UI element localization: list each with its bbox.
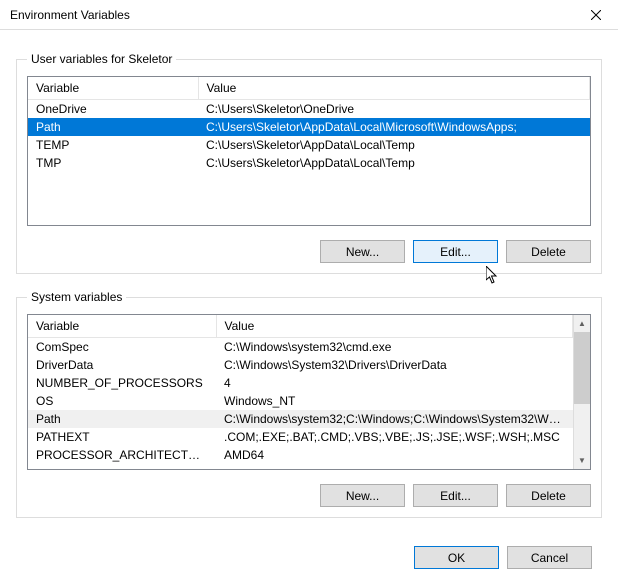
table-row[interactable]: NUMBER_OF_PROCESSORS4: [28, 374, 573, 392]
table-row[interactable]: TMPC:\Users\Skeletor\AppData\Local\Temp: [28, 154, 590, 172]
user-variables-table-wrap: Variable Value OneDriveC:\Users\Skeletor…: [27, 76, 591, 226]
system-new-button[interactable]: New...: [320, 484, 405, 507]
table-row[interactable]: TEMPC:\Users\Skeletor\AppData\Local\Temp: [28, 136, 590, 154]
cell-value: C:\Windows\system32\cmd.exe: [216, 338, 573, 357]
cell-variable: OS: [28, 392, 216, 410]
sys-col-variable[interactable]: Variable: [28, 315, 216, 338]
cell-variable: DriverData: [28, 356, 216, 374]
system-variables-table[interactable]: Variable Value ComSpecC:\Windows\system3…: [28, 315, 573, 464]
cell-variable: Path: [28, 118, 198, 136]
system-variables-table-wrap: Variable Value ComSpecC:\Windows\system3…: [27, 314, 591, 470]
cell-variable: TEMP: [28, 136, 198, 154]
sys-col-value[interactable]: Value: [216, 315, 573, 338]
cell-value: C:\Users\Skeletor\AppData\Local\Microsof…: [198, 118, 590, 136]
cell-value: 4: [216, 374, 573, 392]
dialog-content: User variables for Skeletor Variable Val…: [0, 30, 618, 546]
user-new-button[interactable]: New...: [320, 240, 405, 263]
cell-value: .COM;.EXE;.BAT;.CMD;.VBS;.VBE;.JS;.JSE;.…: [216, 428, 573, 446]
cell-variable: PATHEXT: [28, 428, 216, 446]
close-button[interactable]: [573, 0, 618, 30]
system-scrollbar[interactable]: ▲ ▼: [573, 315, 590, 469]
user-delete-button[interactable]: Delete: [506, 240, 591, 263]
cell-variable: TMP: [28, 154, 198, 172]
table-row[interactable]: OSWindows_NT: [28, 392, 573, 410]
system-variables-legend: System variables: [27, 290, 126, 304]
system-buttons-row: New... Edit... Delete: [27, 484, 591, 507]
window-title: Environment Variables: [10, 8, 573, 22]
scroll-down-icon[interactable]: ▼: [574, 452, 590, 469]
cancel-button[interactable]: Cancel: [507, 546, 592, 569]
table-row[interactable]: OneDriveC:\Users\Skeletor\OneDrive: [28, 100, 590, 119]
table-row[interactable]: PathC:\Users\Skeletor\AppData\Local\Micr…: [28, 118, 590, 136]
cell-variable: ComSpec: [28, 338, 216, 357]
scroll-up-icon[interactable]: ▲: [574, 315, 590, 332]
dialog-buttons-row: OK Cancel: [0, 546, 618, 583]
cell-value: Windows_NT: [216, 392, 573, 410]
table-row[interactable]: ComSpecC:\Windows\system32\cmd.exe: [28, 338, 573, 357]
system-variables-group: System variables Variable Value ComSpecC…: [16, 290, 602, 518]
scroll-track[interactable]: [574, 332, 590, 452]
table-row[interactable]: PathC:\Windows\system32;C:\Windows;C:\Wi…: [28, 410, 573, 428]
cell-value: C:\Windows\System32\Drivers\DriverData: [216, 356, 573, 374]
table-row[interactable]: DriverDataC:\Windows\System32\Drivers\Dr…: [28, 356, 573, 374]
ok-button[interactable]: OK: [414, 546, 499, 569]
system-edit-button[interactable]: Edit...: [413, 484, 498, 507]
user-variables-table[interactable]: Variable Value OneDriveC:\Users\Skeletor…: [28, 77, 590, 172]
cell-variable: NUMBER_OF_PROCESSORS: [28, 374, 216, 392]
user-variables-group: User variables for Skeletor Variable Val…: [16, 52, 602, 274]
table-row[interactable]: PROCESSOR_ARCHITECTUREAMD64: [28, 446, 573, 464]
titlebar: Environment Variables: [0, 0, 618, 30]
cell-variable: OneDrive: [28, 100, 198, 119]
cell-value: C:\Users\Skeletor\OneDrive: [198, 100, 590, 119]
user-buttons-row: New... Edit... Delete: [27, 240, 591, 263]
cell-value: C:\Windows\system32;C:\Windows;C:\Window…: [216, 410, 573, 428]
cell-value: AMD64: [216, 446, 573, 464]
user-edit-button[interactable]: Edit...: [413, 240, 498, 263]
user-variables-legend: User variables for Skeletor: [27, 52, 176, 66]
user-col-value[interactable]: Value: [198, 77, 590, 100]
cell-value: C:\Users\Skeletor\AppData\Local\Temp: [198, 136, 590, 154]
table-row[interactable]: PATHEXT.COM;.EXE;.BAT;.CMD;.VBS;.VBE;.JS…: [28, 428, 573, 446]
cell-variable: Path: [28, 410, 216, 428]
close-icon: [591, 10, 601, 20]
system-delete-button[interactable]: Delete: [506, 484, 591, 507]
cell-variable: PROCESSOR_ARCHITECTURE: [28, 446, 216, 464]
user-col-variable[interactable]: Variable: [28, 77, 198, 100]
cell-value: C:\Users\Skeletor\AppData\Local\Temp: [198, 154, 590, 172]
scroll-thumb[interactable]: [574, 332, 590, 404]
